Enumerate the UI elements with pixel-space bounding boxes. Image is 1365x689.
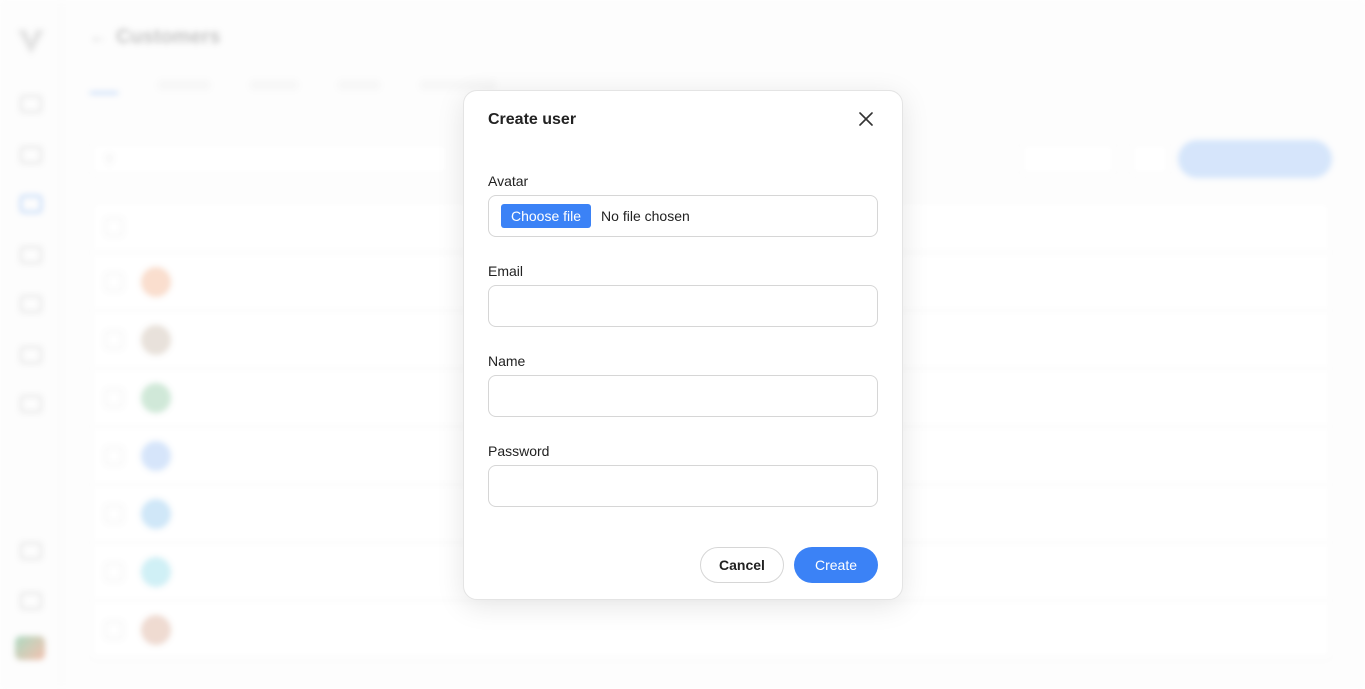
- name-label: Name: [488, 353, 526, 369]
- close-button[interactable]: [854, 107, 878, 131]
- password-field[interactable]: [488, 465, 878, 507]
- close-icon: [859, 112, 873, 126]
- email-field[interactable]: [488, 285, 878, 327]
- email-label: Email: [488, 263, 524, 279]
- avatar-label: Avatar: [488, 173, 529, 189]
- create-button[interactable]: Create: [794, 547, 878, 583]
- choose-file-button[interactable]: Choose file: [501, 204, 592, 228]
- name-field[interactable]: [488, 375, 878, 417]
- dialog-title: Create user: [488, 111, 577, 128]
- file-status-text: No file chosen: [601, 208, 690, 224]
- create-user-dialog: Create user Avatar Choose file No file c…: [463, 90, 903, 600]
- password-label: Password: [488, 443, 550, 459]
- avatar-file-input[interactable]: Choose file No file chosen: [488, 195, 878, 237]
- cancel-button[interactable]: Cancel: [700, 547, 784, 583]
